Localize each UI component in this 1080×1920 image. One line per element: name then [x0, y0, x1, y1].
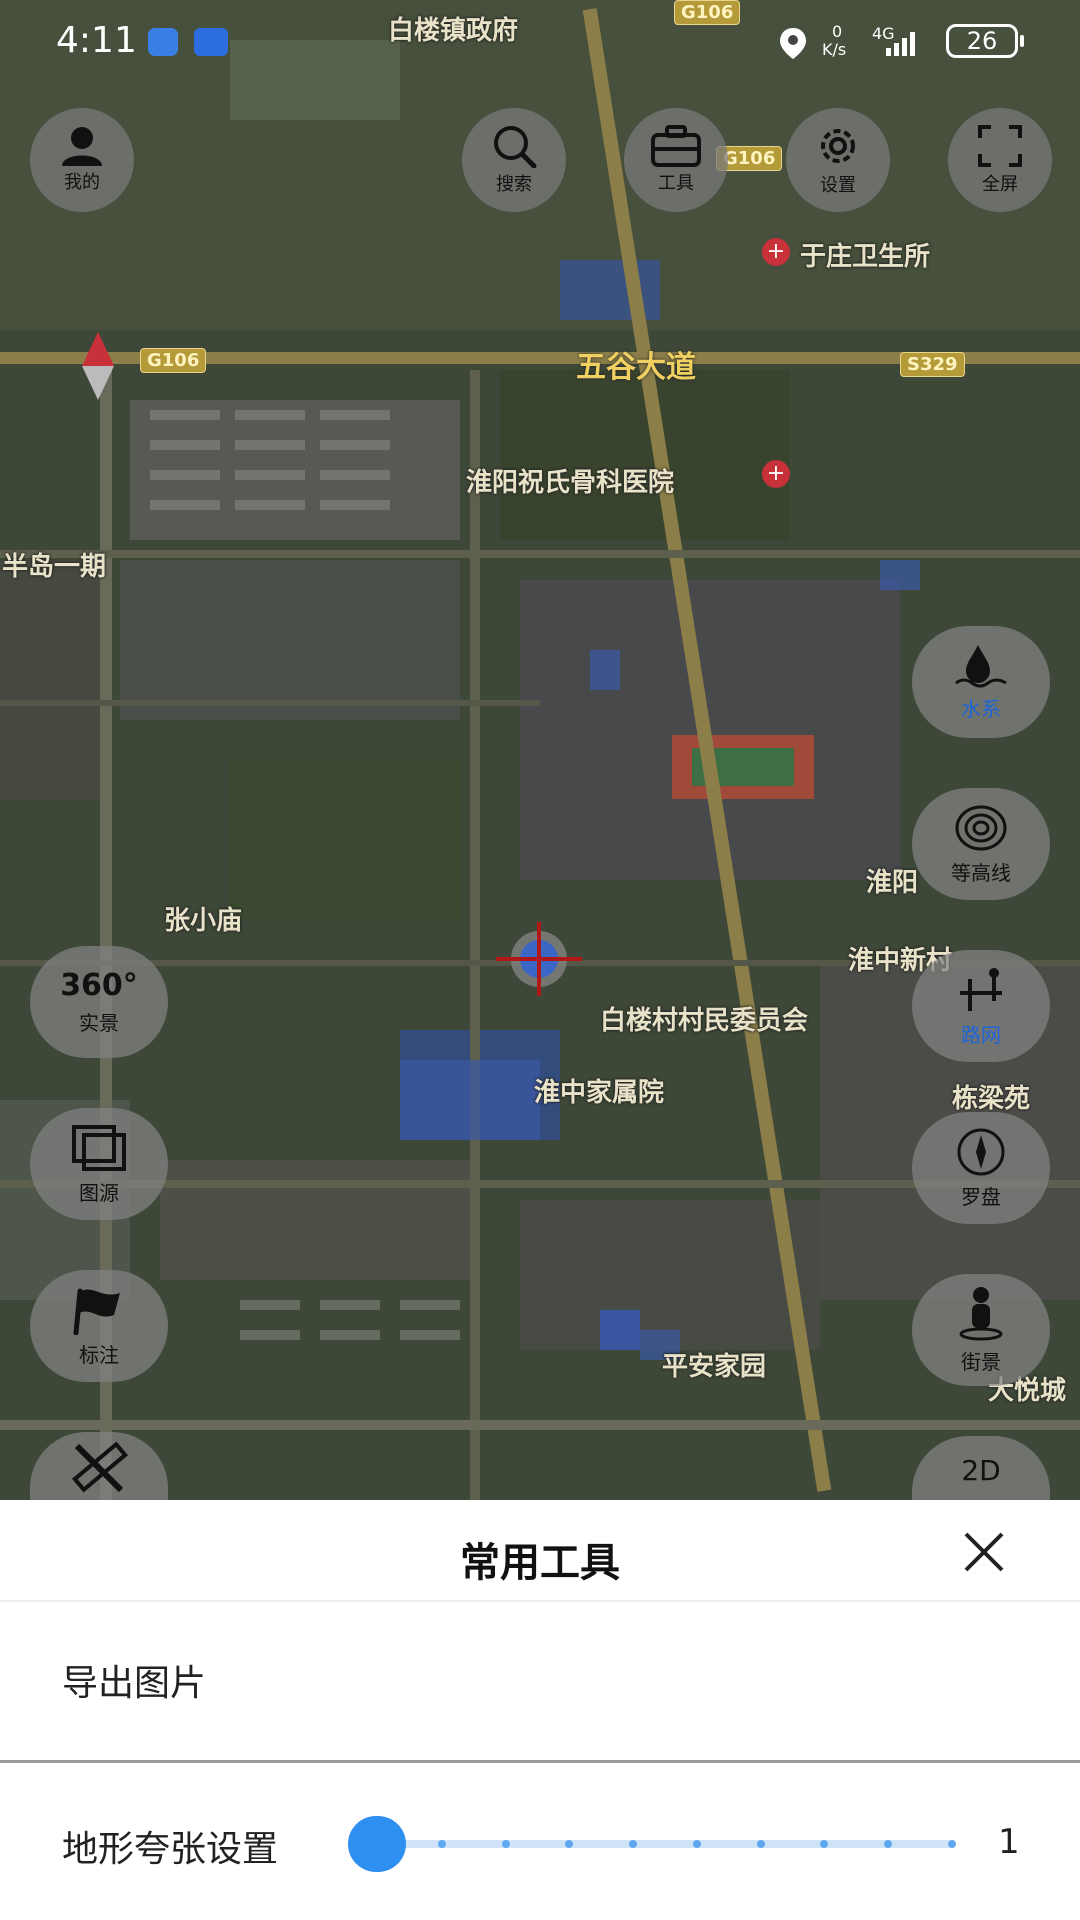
map-label: 淮阳	[866, 868, 919, 898]
sheet-title: 常用工具	[460, 1540, 620, 1586]
status-time: 4:11	[56, 20, 137, 61]
slider-tick	[565, 1840, 574, 1848]
shield-app-icon	[148, 28, 178, 56]
signal-icon	[886, 32, 915, 56]
road-network-label: 路网	[961, 1022, 1001, 1047]
ruler-pencil-icon	[71, 1441, 129, 1493]
map-label: 栋梁苑	[952, 1084, 1031, 1114]
location-pin-icon	[780, 28, 806, 59]
battery-icon: 26	[946, 24, 1018, 58]
compass-button[interactable]: 罗盘	[912, 1112, 1050, 1224]
battery-level: 26	[966, 27, 998, 55]
export-image-label: 导出图片	[62, 1663, 207, 1704]
map-imagery	[0, 0, 1080, 1500]
contour-icon	[955, 805, 1007, 850]
mine-label: 我的	[64, 172, 100, 193]
satellite-map[interactable]: 白楼镇政府 于庄卫生所 + 五谷大道 淮阳祝氏骨科医院 + 半岛一期 张小庙 白…	[0, 0, 1080, 1500]
map-label: 平安家园	[662, 1352, 767, 1382]
map-label: 半岛一期	[2, 552, 107, 582]
slider-tick	[501, 1840, 510, 1848]
road-shield: S329	[900, 352, 965, 377]
street-view-button[interactable]: 街景	[912, 1274, 1050, 1386]
map-label: 于庄卫生所	[800, 242, 931, 272]
tools-button[interactable]: 工具	[624, 108, 728, 212]
terrain-value: 1	[998, 1822, 1020, 1862]
water-layer-label: 水系	[961, 696, 1001, 721]
map-source-button[interactable]: 图源	[30, 1108, 168, 1220]
search-icon	[494, 126, 537, 168]
slider-tick	[820, 1840, 829, 1848]
north-arrow-icon[interactable]	[80, 330, 116, 402]
water-drop-icon	[955, 644, 1007, 687]
slider-tick	[884, 1840, 893, 1848]
mark-label: 标注	[79, 1342, 119, 1367]
mine-button[interactable]: 我的	[30, 108, 134, 212]
compass-label: 罗盘	[961, 1184, 1001, 1209]
pegman-icon	[959, 1286, 1003, 1340]
terrain-exaggeration-label: 地形夸张设置	[62, 1829, 279, 1870]
settings-label: 设置	[820, 175, 856, 196]
compass-icon	[957, 1128, 1005, 1175]
road-label: 五谷大道	[576, 350, 696, 385]
settings-button[interactable]: 设置	[786, 108, 890, 212]
tools-label: 工具	[658, 173, 694, 194]
slider-tick	[756, 1840, 765, 1848]
road-network-button[interactable]: 路网	[912, 950, 1050, 1062]
fullscreen-button[interactable]: 全屏	[948, 108, 1052, 212]
map-label: 淮阳祝氏骨科医院	[466, 468, 675, 498]
battery-tip	[1020, 35, 1024, 47]
road-network-icon	[960, 967, 1002, 1011]
search-label: 搜索	[496, 174, 532, 195]
slider-thumb[interactable]	[348, 1816, 406, 1872]
fullscreen-icon	[978, 125, 1022, 167]
clinic-icon: +	[762, 238, 790, 266]
export-image-item[interactable]: 导出图片	[0, 1602, 1080, 1760]
slider-tick	[629, 1840, 638, 1848]
panorama-label: 实景	[79, 1011, 119, 1035]
net-speed-value: 0	[832, 22, 843, 41]
location-crosshair-icon	[496, 922, 582, 996]
gear-icon	[821, 129, 855, 163]
street-view-label: 街景	[961, 1349, 1001, 1374]
map-label: 白楼村村民委员会	[600, 1006, 809, 1036]
panorama-360-icon: 360°	[60, 968, 138, 1003]
terrain-slider[interactable]	[348, 1816, 956, 1872]
road-shield: G106	[140, 348, 207, 373]
view-mode-label: 2D	[961, 1454, 1001, 1487]
layers-icon	[72, 1124, 126, 1171]
mark-button[interactable]: 标注	[30, 1270, 168, 1382]
status-bar: 4:11 0 K/s 4G 26	[0, 0, 1080, 84]
contour-layer-button[interactable]: 等高线	[912, 788, 1050, 900]
search-button[interactable]: 搜索	[462, 108, 566, 212]
tools-sheet: 常用工具 导出图片 地形夸张设置 1	[0, 1500, 1080, 1920]
slider-tick	[948, 1840, 956, 1848]
panorama-button[interactable]: 360° 实景	[30, 946, 168, 1058]
toolbox-icon	[651, 125, 701, 167]
hospital-icon: +	[762, 460, 790, 488]
water-layer-button[interactable]: 水系	[912, 626, 1050, 738]
divider	[0, 1760, 1080, 1763]
contour-layer-label: 等高线	[951, 860, 1011, 885]
close-icon[interactable]	[962, 1530, 1006, 1574]
slider-ticks	[374, 1816, 956, 1872]
map-label: 淮中家属院	[534, 1078, 665, 1108]
slider-tick	[692, 1840, 701, 1848]
net-speed-unit: K/s	[822, 40, 847, 59]
flag-icon	[73, 1288, 120, 1335]
map-label: 张小庙	[164, 906, 243, 936]
map-source-label: 图源	[79, 1180, 119, 1205]
user-icon	[62, 127, 102, 166]
slider-tick	[437, 1840, 446, 1848]
app-notification-icon	[194, 28, 228, 56]
fullscreen-label: 全屏	[982, 174, 1018, 195]
